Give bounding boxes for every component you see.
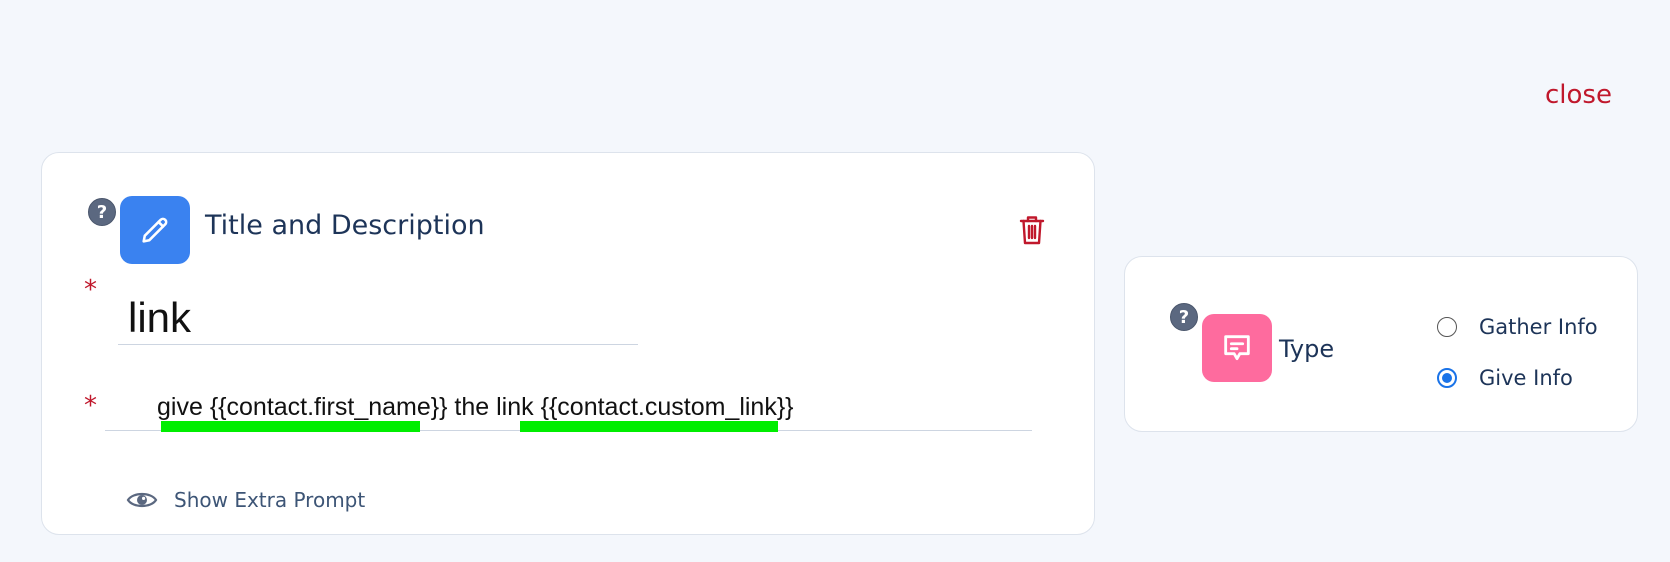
type-card: ? Type Gather Info Give Info — [1124, 256, 1638, 432]
show-extra-prompt-toggle[interactable]: Show Extra Prompt — [126, 488, 365, 512]
type-label: Type — [1279, 335, 1335, 363]
radio-label: Give Info — [1479, 366, 1573, 390]
contact-custom-link-variable: {{contact.custom_link}} — [540, 393, 794, 421]
radio-button[interactable] — [1437, 368, 1457, 388]
radio-button[interactable] — [1437, 317, 1457, 337]
variable-highlight — [161, 421, 420, 432]
chat-bubble-icon — [1202, 314, 1272, 382]
radio-gather-info[interactable]: Gather Info — [1437, 315, 1598, 339]
radio-give-info[interactable]: Give Info — [1437, 366, 1573, 390]
help-icon[interactable]: ? — [88, 198, 116, 226]
description-text: give {{contact.first_name}} the link {{c… — [157, 393, 794, 421]
radio-label: Gather Info — [1479, 315, 1598, 339]
close-link[interactable]: close — [1545, 80, 1612, 110]
help-icon[interactable]: ? — [1170, 303, 1198, 331]
show-extra-prompt-label: Show Extra Prompt — [174, 488, 366, 512]
variable-highlight — [520, 421, 778, 432]
title-input[interactable] — [118, 291, 638, 345]
trash-icon[interactable] — [1019, 214, 1045, 250]
required-mark: * — [84, 391, 97, 421]
title-description-card: ? Title and Description * * give {{conta… — [41, 152, 1095, 535]
pencil-icon — [120, 196, 190, 264]
required-mark: * — [84, 275, 97, 305]
section-title: Title and Description — [205, 210, 485, 241]
description-input[interactable]: give {{contact.first_name}} the link {{c… — [105, 393, 1032, 432]
contact-first-name-variable: {{contact.first_name}} — [209, 393, 448, 421]
eye-icon — [126, 492, 158, 508]
